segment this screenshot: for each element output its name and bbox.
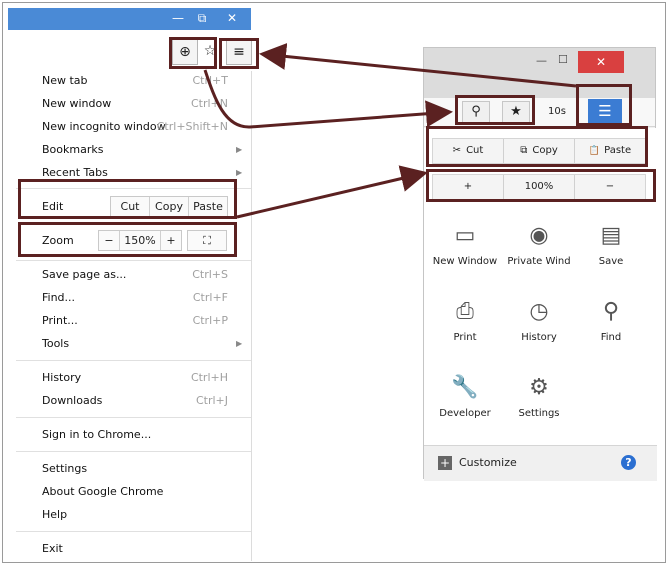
submenu-arrow-icon: ▶ xyxy=(236,339,243,348)
tile-label: Find xyxy=(600,332,622,343)
tile-label: Print xyxy=(453,332,477,343)
shortcut-new-window: Ctrl+N xyxy=(190,97,228,110)
wrench-icon: 🔧 xyxy=(451,375,479,400)
tile-find[interactable]: ⚲ Find xyxy=(574,296,648,343)
shortcut-history: Ctrl+H xyxy=(190,371,228,384)
close-button[interactable]: ✕ xyxy=(578,51,624,73)
tile-label: Save xyxy=(598,256,624,267)
restore-button[interactable]: ⧉ xyxy=(192,10,212,27)
highlight-zoom-row xyxy=(18,222,237,257)
menu-find[interactable]: Find... xyxy=(42,291,75,304)
minimize-button[interactable]: — xyxy=(536,54,547,67)
menu-recent-tabs[interactable]: Recent Tabs xyxy=(42,166,108,179)
menu-divider xyxy=(16,360,251,361)
tile-history[interactable]: ◷ History xyxy=(502,296,576,343)
save-page-icon: ▤ xyxy=(600,223,622,248)
menu-bookmarks[interactable]: Bookmarks xyxy=(42,143,103,156)
tile-label: History xyxy=(521,332,557,343)
highlight-search-star xyxy=(455,95,535,125)
tile-label: New Window xyxy=(432,256,498,267)
menu-sign-in[interactable]: Sign in to Chrome... xyxy=(42,428,151,441)
highlight-firefox-menu xyxy=(576,84,632,126)
new-window-icon: ▭ xyxy=(454,223,476,248)
shortcut-print: Ctrl+P xyxy=(192,314,228,327)
menu-new-tab[interactable]: New tab xyxy=(42,74,88,87)
help-icon[interactable]: ? xyxy=(621,455,636,470)
maximize-button[interactable]: ☐ xyxy=(558,53,568,66)
menu-divider xyxy=(16,451,251,452)
tile-developer[interactable]: 🔧 Developer xyxy=(428,372,502,419)
tile-private-window[interactable]: ◉ Private Wind xyxy=(502,220,576,267)
shortcut-find: Ctrl+F xyxy=(192,291,228,304)
magnifier-icon: ⚲ xyxy=(602,299,620,324)
minimize-button[interactable]: — xyxy=(168,10,188,27)
menu-settings[interactable]: Settings xyxy=(42,462,87,475)
highlight-chrome-menu xyxy=(219,38,259,69)
menu-new-window[interactable]: New window xyxy=(42,97,111,110)
shortcut-downloads: Ctrl+J xyxy=(195,394,228,407)
highlight-zoom-row xyxy=(426,169,656,202)
menu-history[interactable]: History xyxy=(42,371,81,384)
submenu-arrow-icon: ▶ xyxy=(236,168,243,177)
shortcut-save-page: Ctrl+S xyxy=(192,268,228,281)
close-button[interactable]: ✕ xyxy=(218,10,246,27)
menu-about[interactable]: About Google Chrome xyxy=(42,485,163,498)
highlight-zoom-star xyxy=(169,37,217,69)
submenu-arrow-icon: ▶ xyxy=(236,145,243,154)
highlight-edit-row xyxy=(18,179,237,219)
tile-save[interactable]: ▤ Save xyxy=(574,220,648,267)
tile-settings[interactable]: ⚙ Settings xyxy=(502,372,576,419)
highlight-edit-row xyxy=(426,126,648,167)
panel-footer: + Customize ? xyxy=(424,445,657,481)
menu-new-incognito[interactable]: New incognito window xyxy=(42,120,166,133)
menu-divider xyxy=(16,417,251,418)
menu-print[interactable]: Print... xyxy=(42,314,78,327)
printer-icon: ⎙ xyxy=(456,299,474,324)
tile-new-window[interactable]: ▭ New Window xyxy=(428,220,502,267)
mask-icon: ◉ xyxy=(529,223,549,248)
menu-save-page[interactable]: Save page as... xyxy=(42,268,126,281)
menu-tools[interactable]: Tools xyxy=(42,337,69,350)
shortcut-new-tab: Ctrl+T xyxy=(192,74,228,87)
toolbar-counter: 10s xyxy=(548,106,566,117)
tile-label: Developer xyxy=(439,408,491,419)
customize-button[interactable]: Customize xyxy=(459,456,517,469)
menu-help[interactable]: Help xyxy=(42,508,67,521)
shortcut-new-incognito: Ctrl+Shift+N xyxy=(156,120,228,133)
menu-downloads[interactable]: Downloads xyxy=(42,394,102,407)
menu-divider xyxy=(16,531,251,532)
customize-plus-icon: + xyxy=(438,456,452,470)
clock-icon: ◷ xyxy=(529,299,549,324)
chrome-titlebar: — ⧉ ✕ xyxy=(8,8,251,30)
tile-print[interactable]: ⎙ Print xyxy=(428,296,502,343)
gear-icon: ⚙ xyxy=(529,375,549,400)
tile-label: Settings xyxy=(518,408,560,419)
menu-exit[interactable]: Exit xyxy=(42,542,63,555)
tile-label: Private Wind xyxy=(507,256,571,267)
menu-divider xyxy=(16,260,251,261)
